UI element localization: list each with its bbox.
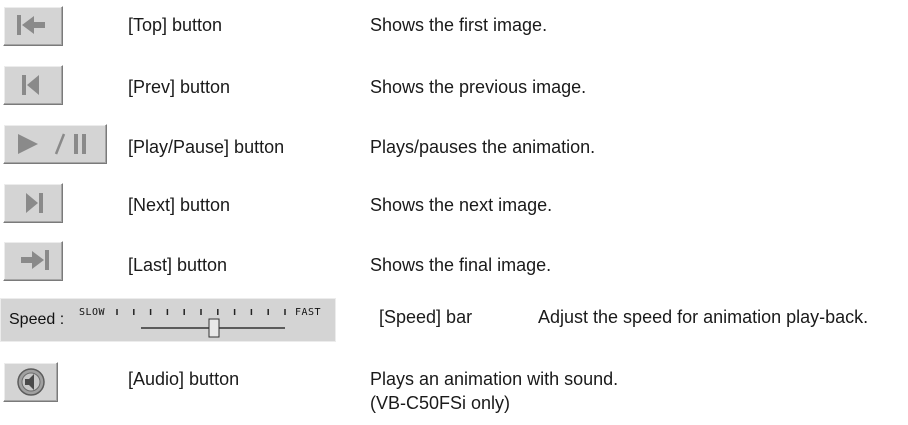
top-button-description: Shows the first image. [370,15,548,35]
last-button-label: [Last] button [128,255,228,275]
prev-button[interactable] [3,65,63,105]
top-button[interactable] [3,6,63,46]
audio-button[interactable] [3,362,58,402]
last-button[interactable] [3,241,63,281]
play-pause-button[interactable] [3,124,107,164]
play-pause-icon [18,133,86,155]
next-button-label: [Next] button [128,195,231,215]
prev-button-description: Shows the previous image. [370,77,587,97]
speed-bar-description: Adjust the speed for animation play-back… [538,307,869,327]
speed-ticks [116,309,286,315]
previous-frame-icon [22,75,39,95]
last-button-description: Shows the final image. [370,255,552,275]
speed-thumb[interactable] [208,318,220,338]
speed-panel: Speed : SLOW FAST [0,298,336,342]
skip-to-last-icon [21,250,49,270]
viewer-controls-reference: [Top] button Shows the first image. [Pre… [0,0,908,425]
next-frame-icon [26,193,43,213]
play-pause-button-description: Plays/pauses the animation. [370,137,596,157]
audio-button-note: (VB-C50FSi only) [370,393,511,413]
top-button-label: [Top] button [128,15,223,35]
next-button[interactable] [3,183,63,223]
skip-to-first-icon [17,15,45,35]
speed-bar-label: [Speed] bar [379,307,473,327]
audio-button-label: [Audio] button [128,369,240,389]
speaker-icon [17,368,45,396]
next-button-description: Shows the next image. [370,195,553,215]
speed-slider[interactable] [1,299,337,343]
audio-button-description: Plays an animation with sound. [370,369,619,389]
play-pause-button-label: [Play/Pause] button [128,137,285,157]
prev-button-label: [Prev] button [128,77,231,97]
